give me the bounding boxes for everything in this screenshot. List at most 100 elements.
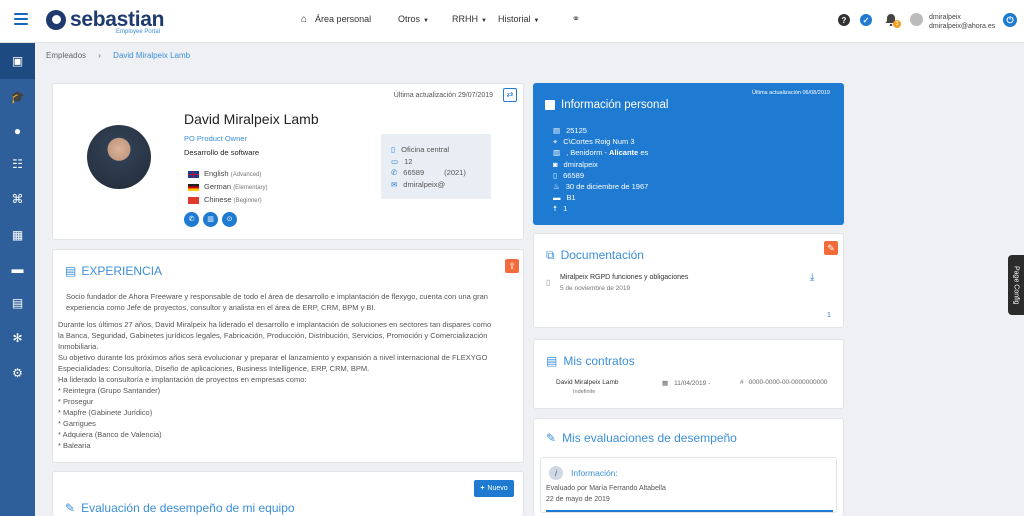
phone-row: ✆ 66589 (2021) (391, 168, 466, 177)
phone-icon[interactable]: ✆ (184, 212, 199, 227)
power-icon[interactable]: ⏻ (1003, 13, 1017, 27)
contract-holder: David Miralpeix Lamb (556, 379, 619, 386)
evaluations-title: ✎ Mis evaluaciones de desempeño (546, 431, 737, 445)
email-row: ✉ dmiralpeix@ (391, 179, 446, 189)
nav-otros[interactable]: Otros ▼ (398, 14, 429, 24)
sidebar-item-hierarchy[interactable]: ⌘ (0, 181, 35, 217)
chevron-down-icon: ▼ (423, 18, 429, 24)
hash-icon: # (740, 379, 744, 386)
profile-role: PO Product Owner (184, 134, 247, 143)
city-row: ▥, Benidorm - Alicante es (553, 148, 649, 158)
divider (546, 510, 833, 512)
contract-number: #0000-0000-00-0000000000 (740, 379, 828, 386)
profile-name: David Miralpeix Lamb (184, 111, 319, 127)
calendar-icon: ▦ (11, 228, 24, 242)
nav-area-personal[interactable]: ⌂ Área personal (301, 14, 371, 25)
language-item: Chinese (Beginner) (188, 194, 268, 207)
contracts-card: ▤ Mis contratos David Miralpeix Lamb Inde… (533, 339, 844, 409)
team-evaluation-title: ✎ Evaluación de desempeño de mi equipo (65, 501, 295, 515)
calendar-icon: ▦ (662, 380, 669, 387)
personal-info-title: Información personal (545, 99, 668, 111)
menu-icon[interactable] (14, 13, 28, 27)
language-item: German (Elementary) (188, 181, 268, 194)
document-icon: ▤ (65, 264, 77, 278)
bell-icon[interactable]: 3 (884, 12, 901, 28)
personal-info-card: Última actualización 06/08/2019 Informac… (533, 83, 844, 225)
sidebar-item-car[interactable]: ▬ (0, 251, 35, 287)
avatar[interactable] (910, 13, 923, 26)
pagination-count[interactable]: 1 (827, 312, 831, 319)
nav-historial[interactable]: Historial ▼ (498, 14, 539, 24)
id-icon: ▤ (553, 126, 561, 135)
chevron-down-icon: ▼ (481, 18, 487, 24)
license-row: ▬ B1 (553, 193, 576, 203)
page-config-tab[interactable]: Page Config (1008, 255, 1024, 315)
evaluations-card: ✎ Mis evaluaciones de desempeño i Informa… (533, 418, 844, 516)
home-icon: ⌂ (301, 14, 308, 25)
mobile-icon: ▯ (553, 170, 558, 180)
cake-icon: ♨ (553, 182, 560, 192)
info-icon: i (549, 466, 563, 480)
top-bar: sebastian Employee Portal ⌂ Área personal… (0, 0, 1024, 43)
email-icon: ✉ (391, 179, 398, 189)
sidebar-item-money[interactable]: ▤ (0, 285, 35, 321)
sidebar-item-profile[interactable]: ▣ (0, 43, 35, 79)
profile-department: Desarrollo de software (184, 148, 260, 157)
pencil-icon: ✎ (65, 501, 76, 515)
user-icon: ● (13, 124, 22, 138)
plus-icon: + (480, 485, 485, 492)
help-icon[interactable]: ? (838, 14, 850, 26)
map-icon: ▥ (553, 148, 561, 158)
id-badge-icon (545, 99, 555, 110)
contact-box: ▯ Oficina central ▭ 12 ✆ 66589 (2021) ✉ dmira… (381, 134, 491, 199)
contract-type: Indefinite (573, 389, 596, 395)
edit-profile-icon[interactable]: ⇄ (503, 88, 517, 102)
check-icon[interactable]: ✓ (860, 14, 872, 26)
experience-body: Durante los últimos 27 años, David Miral… (58, 320, 492, 450)
documentation-card: ⧉ Documentación ✎ ▯ Miralpeix RGPD funcio… (533, 233, 844, 328)
uk-flag-icon (188, 170, 199, 178)
evaluation-info: i Información: Evaluado por María Ferran… (540, 457, 837, 513)
language-item: English (Advanced) (188, 168, 268, 181)
nav-rrhh[interactable]: RRHH ▼ (452, 14, 487, 24)
breadcrumb: Empleados › David Miralpeix Lamb (46, 51, 190, 60)
building-icon: ▯ (391, 145, 396, 154)
new-button[interactable]: + Nuevo (474, 480, 514, 497)
add-document-icon[interactable]: ✎ (824, 241, 838, 255)
money-icon: ▤ (11, 296, 24, 310)
export-icon[interactable]: ⇪ (505, 259, 519, 273)
sidebar-item-org[interactable]: ☷ (0, 146, 35, 182)
personal-updated: Última actualización 06/08/2019 (752, 90, 830, 96)
sidebar-item-training[interactable]: 🎓 (0, 79, 35, 115)
profile-photo (87, 125, 151, 189)
brand-tagline: Employee Portal (116, 29, 161, 35)
breadcrumb-parent[interactable]: Empleados (46, 51, 86, 60)
documentation-title: ⧉ Documentación (546, 248, 644, 262)
sidebar-item-employees[interactable]: ● (0, 113, 35, 149)
children-row: ☨ 1 (553, 204, 568, 214)
office-row: ▯ Oficina central (391, 145, 450, 154)
birth-row: ♨ 30 de diciembre de 1967 (553, 182, 649, 192)
experience-card: ▤ EXPERIENCIA ⇪ Socio fundador de Ahora F… (52, 249, 524, 463)
building-icon[interactable]: ▥ (203, 212, 218, 227)
id-card-icon: ▣ (11, 54, 24, 68)
sidebar-item-config[interactable]: ⚙ (0, 355, 35, 391)
user-info[interactable]: dmiralpeix dmiralpeix@ahora.es (929, 13, 995, 31)
address-row: ⌖ C\Cortes Roig Num 3 (553, 137, 635, 147)
sitemap-icon: ☷ (12, 157, 23, 171)
experience-summary: Socio fundador de Ahora Freeware y respo… (66, 292, 488, 312)
graduation-cap-icon: 🎓 (10, 90, 25, 104)
contracts-title: ▤ Mis contratos (546, 354, 635, 368)
phone-icon: ✆ (391, 168, 398, 177)
desk-row: ▭ 12 (391, 156, 413, 166)
link-icon[interactable]: ⚭ (570, 13, 582, 25)
unlock-icon[interactable]: ⊙ (222, 212, 237, 227)
sidebar-item-settings[interactable]: ✻ (0, 320, 35, 356)
phone-row: ▯ 66589 (553, 170, 584, 180)
download-icon[interactable]: ⤓ (810, 272, 814, 283)
desk-icon: ▭ (391, 156, 399, 166)
list-icon: ▤ (546, 354, 558, 368)
sidebar-item-calendar[interactable]: ▦ (0, 217, 35, 253)
car-icon: ▬ (11, 262, 24, 276)
login-row: ◙ dmiralpeix (553, 159, 598, 169)
